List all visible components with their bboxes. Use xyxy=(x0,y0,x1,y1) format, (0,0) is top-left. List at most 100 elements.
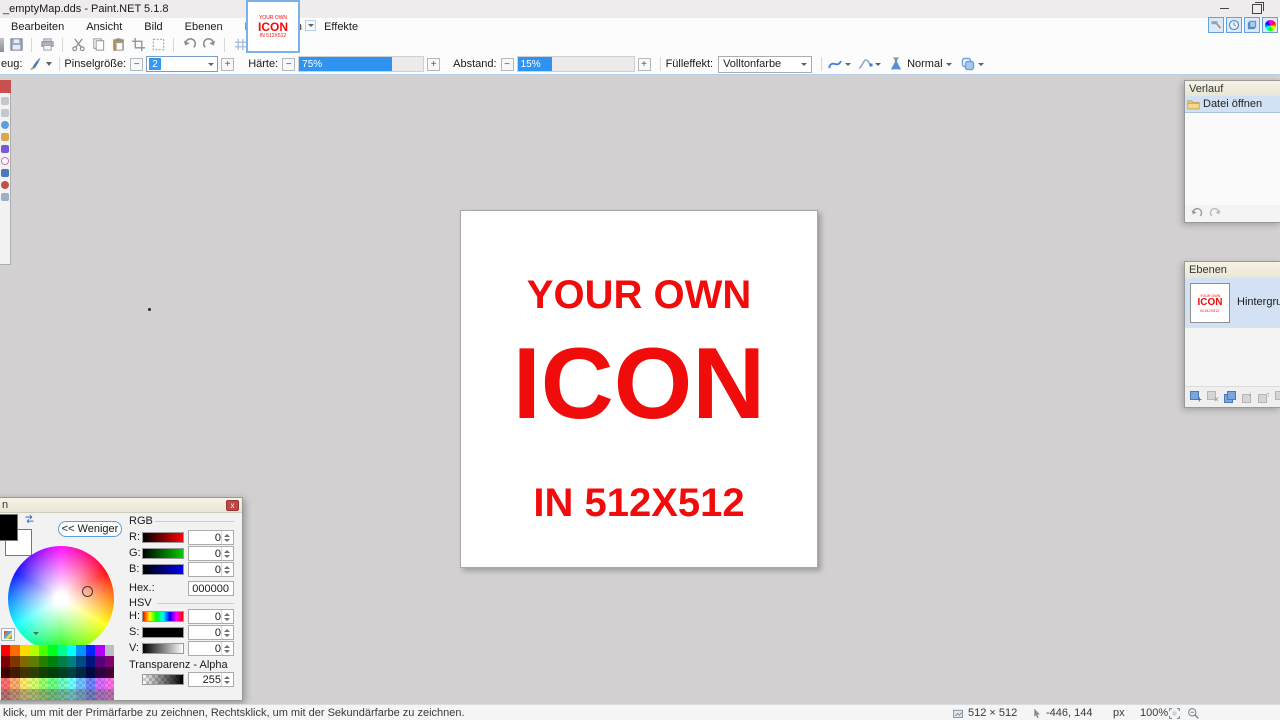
colors-close-button[interactable]: x xyxy=(226,500,239,511)
palette-swatch[interactable] xyxy=(95,678,104,689)
palette-swatch[interactable] xyxy=(76,678,85,689)
sampling-caret[interactable] xyxy=(875,63,881,66)
palette-swatch[interactable] xyxy=(29,667,38,678)
palette-swatch[interactable] xyxy=(67,678,76,689)
palette-swatch[interactable] xyxy=(76,656,85,667)
redo-icon[interactable] xyxy=(1209,207,1222,220)
palette-image-swatch[interactable] xyxy=(105,645,114,656)
duplicate-layer-button[interactable] xyxy=(1223,390,1237,404)
tool-fragment-icon[interactable] xyxy=(1,109,9,117)
palette-swatch[interactable] xyxy=(20,678,29,689)
alpha-slider[interactable] xyxy=(142,674,184,685)
palette-swatch[interactable] xyxy=(58,656,67,667)
brush-size-combobox[interactable]: 2 xyxy=(146,56,218,72)
delete-layer-button[interactable]: × xyxy=(1206,390,1220,404)
b-spinner[interactable]: 0 xyxy=(188,562,234,577)
palette-swatch[interactable] xyxy=(39,656,48,667)
palette-menu-button[interactable] xyxy=(1,628,15,641)
undo-button[interactable] xyxy=(181,37,197,53)
tools-toggle-button[interactable] xyxy=(1208,17,1224,33)
palette-swatch[interactable] xyxy=(39,667,48,678)
colors-toggle-button[interactable] xyxy=(1262,17,1278,33)
hardness-slider[interactable]: 75% xyxy=(298,56,424,72)
image-list-chevron-button[interactable] xyxy=(305,20,316,31)
palette-swatch[interactable] xyxy=(1,667,10,678)
palette-swatch[interactable] xyxy=(1,689,10,700)
h-slider[interactable] xyxy=(142,611,184,622)
palette-swatch[interactable] xyxy=(86,656,95,667)
palette-swatch[interactable] xyxy=(58,667,67,678)
palette-swatch[interactable] xyxy=(39,678,48,689)
print-button[interactable] xyxy=(39,37,55,53)
hex-field[interactable]: 000000 xyxy=(188,581,234,596)
palette-swatch[interactable] xyxy=(105,656,114,667)
palette-swatch[interactable] xyxy=(48,645,57,656)
blend-mode-button[interactable] xyxy=(888,56,904,72)
palette-swatch[interactable] xyxy=(95,689,104,700)
minimize-button[interactable] xyxy=(1210,0,1238,17)
bucket-tool-icon[interactable] xyxy=(1,133,9,141)
r-slider[interactable] xyxy=(142,532,184,543)
palette-swatch[interactable] xyxy=(29,689,38,700)
h-spinner[interactable]: 0 xyxy=(188,609,234,624)
palette-swatch[interactable] xyxy=(58,678,67,689)
palette-swatch[interactable] xyxy=(86,645,95,656)
palette-swatch[interactable] xyxy=(29,656,38,667)
palette-swatch[interactable] xyxy=(86,678,95,689)
palette-swatch[interactable] xyxy=(48,678,57,689)
redo-button[interactable] xyxy=(201,37,217,53)
palette-swatch[interactable] xyxy=(20,689,29,700)
eraser-tool-icon[interactable] xyxy=(1,181,9,189)
hardness-decrease-button[interactable]: − xyxy=(282,58,295,71)
g-spinner[interactable]: 0 xyxy=(188,546,234,561)
antialiasing-caret[interactable] xyxy=(845,63,851,66)
magnifier-tool-icon[interactable] xyxy=(1,121,9,129)
s-spinner[interactable]: 0 xyxy=(188,625,234,640)
palette-swatch[interactable] xyxy=(20,667,29,678)
palette-swatch[interactable] xyxy=(29,678,38,689)
palette-swatch[interactable] xyxy=(105,667,114,678)
palette-swatch[interactable] xyxy=(1,656,10,667)
palette-swatch[interactable] xyxy=(20,645,29,656)
blend-mode-caret[interactable] xyxy=(946,63,952,66)
palette-swatch[interactable] xyxy=(20,656,29,667)
palette-swatch[interactable] xyxy=(95,645,104,656)
palette-swatch[interactable] xyxy=(39,689,48,700)
menu-bild[interactable]: Bild xyxy=(133,18,173,35)
merge-layer-down-button[interactable]: ↓ xyxy=(1240,390,1254,404)
palette-swatch[interactable] xyxy=(1,678,10,689)
palette-swatch[interactable] xyxy=(1,645,10,656)
zoom-to-fit-icon[interactable] xyxy=(1168,707,1181,720)
s-slider[interactable] xyxy=(142,627,184,638)
brush-dropdown-caret[interactable] xyxy=(46,62,52,66)
tool-fragment-icon[interactable] xyxy=(1,97,9,105)
copy-button[interactable] xyxy=(90,37,106,53)
lasso-tool-icon[interactable] xyxy=(1,157,9,165)
v-spinner[interactable]: 0 xyxy=(188,641,234,656)
spacing-increase-button[interactable]: + xyxy=(638,58,651,71)
palette-swatch[interactable] xyxy=(86,689,95,700)
restore-button[interactable] xyxy=(1243,0,1271,17)
palette-swatch[interactable] xyxy=(10,678,19,689)
palette-swatch[interactable] xyxy=(67,645,76,656)
menu-effekte[interactable]: Effekte xyxy=(313,18,369,35)
palette-swatch[interactable] xyxy=(48,689,57,700)
crop-button[interactable] xyxy=(130,37,146,53)
spacing-decrease-button[interactable]: − xyxy=(501,58,514,71)
sampling-button[interactable] xyxy=(857,56,873,72)
history-toggle-button[interactable] xyxy=(1226,17,1242,33)
palette-swatch[interactable] xyxy=(105,689,114,700)
r-spinner[interactable]: 0 xyxy=(188,530,234,545)
alpha-spinner[interactable]: 255 xyxy=(188,672,234,687)
less-more-button[interactable]: << Weniger xyxy=(58,521,122,537)
palette-swatch[interactable] xyxy=(58,689,67,700)
menu-ebenen[interactable]: Ebenen xyxy=(174,18,234,35)
palette-swatch[interactable] xyxy=(76,667,85,678)
status-units[interactable]: px xyxy=(1113,707,1125,719)
paste-button[interactable] xyxy=(110,37,126,53)
palette-swatch[interactable] xyxy=(86,667,95,678)
color-wheel[interactable] xyxy=(8,546,114,652)
palette-swatch[interactable] xyxy=(67,656,76,667)
palette-swatch[interactable] xyxy=(76,689,85,700)
gradient-tool-icon[interactable] xyxy=(1,145,9,153)
